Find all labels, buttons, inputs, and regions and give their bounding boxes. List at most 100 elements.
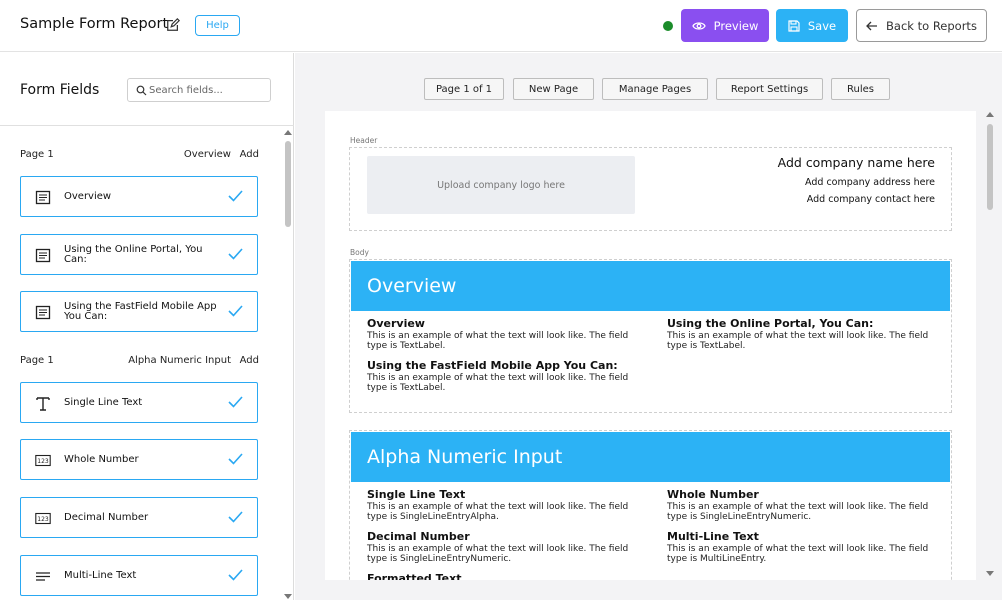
- report-item-desc: This is an example of what the text will…: [367, 373, 629, 393]
- preview-button[interactable]: Preview: [681, 9, 769, 42]
- field-item-mobile-app[interactable]: Using the FastField Mobile App You Can:: [20, 291, 258, 332]
- report-item[interactable]: Using the FastField Mobile App You Can: …: [367, 359, 635, 393]
- field-label: Decimal Number: [64, 511, 149, 523]
- text-label-icon: [35, 248, 51, 263]
- manage-pages-button[interactable]: Manage Pages: [602, 78, 708, 100]
- body-section-label: Body: [350, 248, 369, 257]
- form-fields-header: Form Fields: [0, 53, 294, 126]
- new-page-button[interactable]: New Page: [513, 78, 594, 100]
- group-add-button[interactable]: Add: [240, 149, 259, 160]
- report-item-desc: This is an example of what the text will…: [367, 331, 629, 351]
- form-fields-panel: Form Fields Page 1 Overview Add Overview…: [0, 53, 294, 600]
- report-item-desc: This is an example of what the text will…: [367, 544, 629, 564]
- field-item-multi-line-text[interactable]: Multi-Line Text: [20, 555, 258, 596]
- page-indicator-button[interactable]: Page 1 of 1: [424, 78, 504, 100]
- report-item-desc: This is an example of what the text will…: [667, 544, 929, 564]
- report-settings-button[interactable]: Report Settings: [716, 78, 823, 100]
- text-t-icon: [36, 397, 50, 411]
- back-to-reports-button[interactable]: Back to Reports: [856, 9, 987, 42]
- scroll-up-arrow[interactable]: [284, 130, 292, 135]
- group-add-button[interactable]: Add: [240, 355, 259, 366]
- search-box[interactable]: [127, 78, 271, 102]
- field-item-single-line-text[interactable]: Single Line Text: [20, 382, 258, 423]
- report-item-desc: This is an example of what the text will…: [667, 502, 929, 522]
- text-label-icon: [35, 305, 51, 320]
- group-header-alpha-numeric: Page 1 Alpha Numeric Input Add: [20, 355, 259, 369]
- check-icon: [228, 453, 243, 465]
- company-address[interactable]: Add company address here: [805, 177, 935, 188]
- field-label: Single Line Text: [64, 396, 143, 408]
- section-title-band: Overview: [351, 261, 950, 311]
- report-item-title: Single Line Text: [367, 488, 466, 501]
- report-item[interactable]: Whole Number This is an example of what …: [667, 488, 935, 522]
- number-123-icon: 123: [35, 512, 51, 525]
- save-button[interactable]: Save: [776, 9, 848, 42]
- report-item[interactable]: Overview This is an example of what the …: [367, 317, 635, 351]
- left-scrollbar[interactable]: [284, 130, 292, 599]
- header-section-label: Header: [350, 136, 378, 145]
- back-label: Back to Reports: [886, 18, 977, 33]
- svg-text:123: 123: [37, 516, 49, 523]
- eye-icon: [691, 21, 706, 30]
- scrollbar-thumb[interactable]: [285, 141, 291, 227]
- rules-button[interactable]: Rules: [831, 78, 890, 100]
- field-label: Using the Online Portal, You Can:: [64, 243, 203, 265]
- report-item[interactable]: Multi-Line Text This is an example of wh…: [667, 530, 935, 564]
- preview-label: Preview: [713, 18, 759, 33]
- status-indicator: [663, 21, 673, 31]
- report-item[interactable]: Decimal Number This is an example of wha…: [367, 530, 635, 564]
- multiline-icon: [36, 572, 50, 581]
- scroll-up-arrow[interactable]: [986, 112, 994, 117]
- group-page-label: Page 1: [20, 149, 54, 160]
- report-header[interactable]: Upload company logo here Add company nam…: [349, 147, 952, 231]
- field-item-decimal-number[interactable]: 123 Decimal Number: [20, 497, 258, 538]
- report-item[interactable]: Formatted Text: [367, 572, 635, 580]
- report-item-title: Whole Number: [667, 488, 759, 501]
- check-icon: [228, 396, 243, 408]
- group-header-overview: Page 1 Overview Add: [20, 149, 259, 163]
- search-input[interactable]: [149, 82, 267, 99]
- report-item-title: Decimal Number: [367, 530, 470, 543]
- field-label: Multi-Line Text: [64, 569, 137, 581]
- scrollbar-thumb[interactable]: [987, 124, 993, 210]
- top-bar: Sample Form Report Help Preview Save Bac…: [0, 0, 1002, 52]
- report-section-overview[interactable]: Overview Overview This is an example of …: [349, 259, 952, 413]
- report-item-desc: This is an example of what the text will…: [367, 502, 629, 522]
- search-icon: [136, 85, 147, 96]
- check-icon: [228, 248, 243, 260]
- edit-icon[interactable]: [166, 18, 180, 32]
- check-icon: [228, 569, 243, 581]
- report-editor: Page 1 of 1 New Page Manage Pages Report…: [295, 53, 1002, 600]
- field-label: Whole Number: [64, 453, 139, 465]
- help-button[interactable]: Help: [195, 15, 240, 36]
- field-item-online-portal[interactable]: Using the Online Portal, You Can:: [20, 234, 258, 275]
- arrow-left-icon: [866, 21, 878, 30]
- report-item[interactable]: Single Line Text This is an example of w…: [367, 488, 635, 522]
- report-item-title: Overview: [367, 317, 425, 330]
- floppy-disk-icon: [788, 19, 800, 32]
- scroll-down-arrow[interactable]: [986, 571, 994, 576]
- company-contact[interactable]: Add company contact here: [807, 194, 935, 205]
- report-canvas: Header Upload company logo here Add comp…: [325, 111, 976, 580]
- field-item-overview[interactable]: Overview: [20, 176, 258, 217]
- report-item-title: Using the Online Portal, You Can:: [667, 317, 874, 330]
- group-page-label: Page 1: [20, 355, 54, 366]
- group-section-label: Alpha Numeric Input: [128, 355, 231, 366]
- report-item[interactable]: Using the Online Portal, You Can: This i…: [667, 317, 935, 351]
- field-item-whole-number[interactable]: 123 Whole Number: [20, 439, 258, 480]
- save-label: Save: [807, 18, 837, 33]
- company-name[interactable]: Add company name here: [778, 155, 935, 170]
- canvas-scrollbar[interactable]: [986, 112, 994, 578]
- section-title-band: Alpha Numeric Input: [351, 432, 950, 482]
- report-section-alpha-numeric[interactable]: Alpha Numeric Input Single Line Text Thi…: [349, 430, 952, 580]
- svg-text:123: 123: [37, 458, 49, 465]
- number-123-icon: 123: [35, 454, 51, 467]
- group-section-label: Overview: [183, 149, 231, 160]
- form-fields-title: Form Fields: [20, 82, 100, 98]
- report-item-title: Formatted Text: [367, 572, 462, 580]
- field-label: Overview: [64, 190, 112, 202]
- report-item-title: Using the FastField Mobile App You Can:: [367, 359, 618, 372]
- report-title: Sample Form Report: [20, 16, 169, 32]
- scroll-down-arrow[interactable]: [284, 594, 292, 599]
- logo-upload-area[interactable]: Upload company logo here: [367, 156, 635, 214]
